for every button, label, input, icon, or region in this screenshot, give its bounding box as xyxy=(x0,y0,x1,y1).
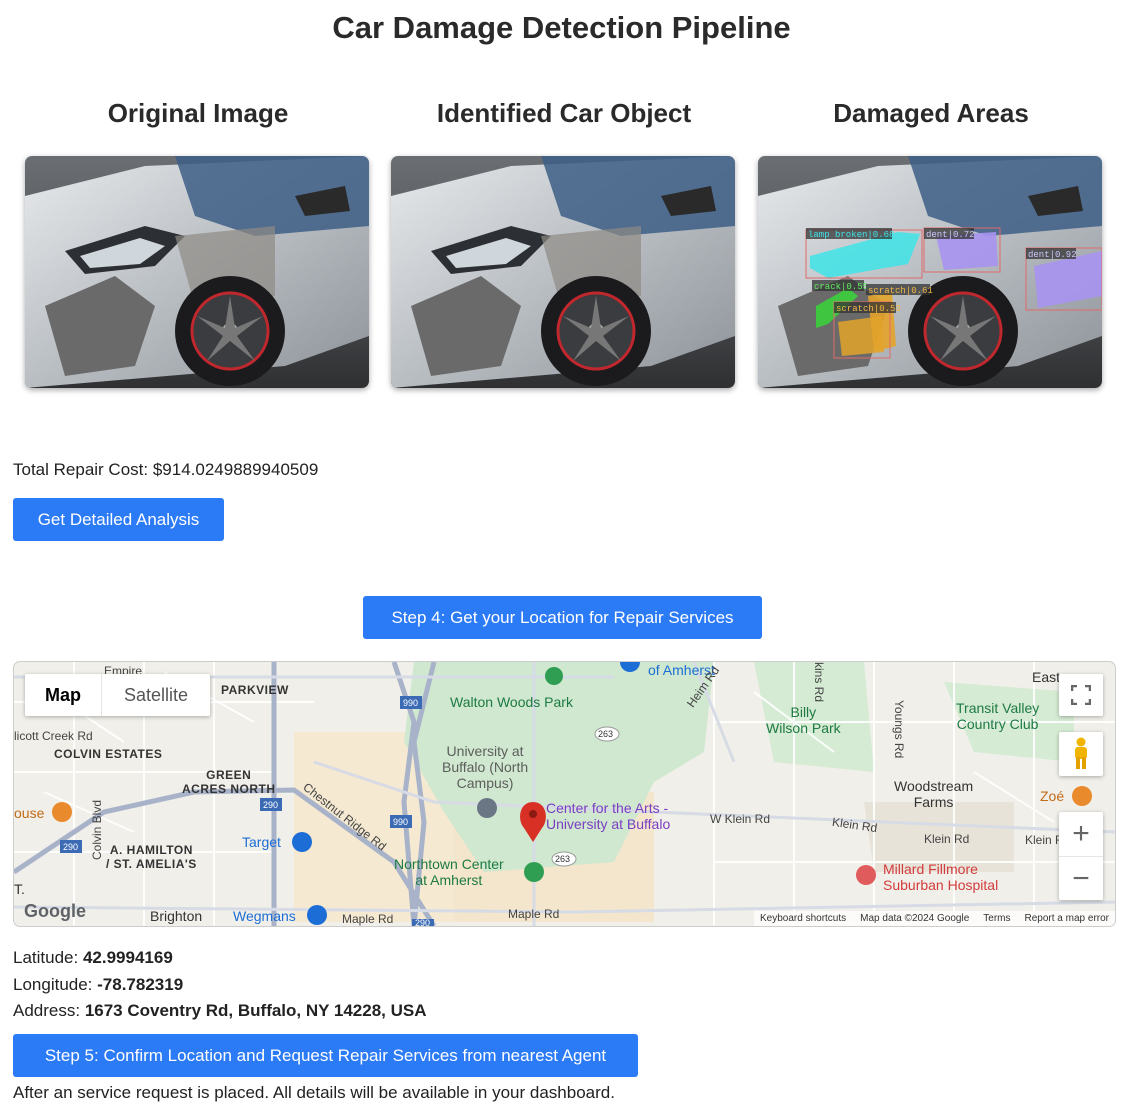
map-label-walton-woods: Walton Woods Park xyxy=(450,694,573,710)
map-label-northtown[interactable]: Northtown Center at Amherst xyxy=(394,856,504,888)
zoom-out-button[interactable]: − xyxy=(1059,857,1103,900)
svg-text:scratch|0.53: scratch|0.53 xyxy=(836,304,901,314)
total-repair-cost: Total Repair Cost: $914.0249889940509 xyxy=(13,460,319,479)
svg-text:crack|0.55: crack|0.55 xyxy=(814,282,868,292)
map-label-house: ouse xyxy=(14,805,45,821)
map-road-ellicott: licott Creek Rd xyxy=(14,729,93,743)
map-label-hamilton: A. HAMILTON / ST. AMELIA'S xyxy=(106,843,197,871)
step4-get-location-button[interactable]: Step 4: Get your Location for Repair Ser… xyxy=(363,596,762,639)
svg-text:scratch|0.61: scratch|0.61 xyxy=(868,286,933,296)
map-label-parkview: PARKVIEW xyxy=(221,683,289,697)
keyboard-shortcuts-link[interactable]: Keyboard shortcuts xyxy=(760,913,846,924)
google-logo: Google xyxy=(24,901,86,921)
svg-text:lamp broken|0.68: lamp broken|0.68 xyxy=(808,230,894,240)
map-road-hopkins: kins Rd xyxy=(812,662,826,703)
panel-title-identified: Identified Car Object xyxy=(436,98,692,128)
report-map-error-link[interactable]: Report a map error xyxy=(1025,913,1109,924)
damaged-areas-image: lamp broken|0.68 dent|0.72 dent|0.92 cra… xyxy=(758,156,1102,388)
map-label-wegmans[interactable]: Wegmans xyxy=(233,908,296,924)
fullscreen-button[interactable] xyxy=(1059,674,1103,716)
map-label-t: T. xyxy=(14,881,25,897)
panel-original: Original Image xyxy=(25,98,371,388)
map-label-ub-north: University at Buffalo (North Campus) xyxy=(442,743,529,791)
map-attribution: Keyboard shortcuts Map data ©2024 Google… xyxy=(753,911,1115,926)
fullscreen-icon xyxy=(1071,685,1091,705)
svg-text:290: 290 xyxy=(415,918,430,926)
longitude-label: Longitude: xyxy=(13,975,98,994)
page-title: Car Damage Detection Pipeline xyxy=(332,10,791,45)
step5-request-repair-button[interactable]: Step 5: Confirm Location and Request Rep… xyxy=(13,1034,638,1077)
latitude-value: 42.9994169 xyxy=(82,948,173,967)
map-label-center-for-arts[interactable]: Center for the Arts - University at Buff… xyxy=(546,800,670,832)
svg-text:990: 990 xyxy=(393,817,408,827)
address-value: 1673 Coventry Rd, Buffalo, NY 14228, USA xyxy=(84,1001,427,1020)
panel-identified: Identified Car Object xyxy=(391,98,737,388)
terms-link[interactable]: Terms xyxy=(983,913,1010,924)
svg-text:990: 990 xyxy=(403,698,418,708)
longitude-line: Longitude: -78.782319 xyxy=(13,975,183,995)
map-road-maple-1: Maple Rd xyxy=(342,912,394,926)
map-road-maple-2: Maple Rd xyxy=(508,907,560,921)
pegman-icon xyxy=(1075,737,1087,769)
map-label-target[interactable]: Target xyxy=(242,834,281,850)
map-label-green-acres: GREEN ACRES NORTH xyxy=(182,768,276,796)
panel-damaged: Damaged Areas lamp broken|0.68 dent|0.72… xyxy=(758,98,1104,388)
map-label-millard-fillmore[interactable]: Millard Fillmore Suburban Hospital xyxy=(883,861,998,893)
panel-title-damaged: Damaged Areas xyxy=(833,98,1029,128)
map-label-zoe[interactable]: Zoé xyxy=(1040,788,1064,804)
map-road-klein-2: Klein Rd xyxy=(924,832,970,846)
svg-text:dent|0.92: dent|0.92 xyxy=(1028,250,1077,260)
address-label: Address: xyxy=(13,1001,85,1020)
map-label-transit-valley: Transit Valley Country Club xyxy=(956,700,1040,732)
panel-title-original: Original Image xyxy=(107,98,289,128)
address-line: Address: 1673 Coventry Rd, Buffalo, NY 1… xyxy=(13,1001,427,1021)
svg-text:290: 290 xyxy=(263,800,278,810)
map-label-colvin-estates: COLVIN ESTATES xyxy=(54,747,163,761)
longitude-value: -78.782319 xyxy=(97,975,184,994)
map-type-control: Map Satellite xyxy=(25,674,210,716)
latitude-line: Latitude: 42.9994169 xyxy=(13,948,173,968)
original-car-image xyxy=(25,156,369,388)
map-label-east: East xyxy=(1032,669,1061,685)
svg-text:dent|0.72: dent|0.72 xyxy=(926,230,975,240)
latitude-label: Latitude: xyxy=(13,948,83,967)
service-request-note: After an service request is placed. All … xyxy=(13,1083,615,1102)
svg-text:290: 290 xyxy=(63,842,78,852)
map-label-billy-wilson: Billy Wilson Park xyxy=(766,704,841,736)
map-label-brighton: Brighton xyxy=(150,908,203,924)
map-type-satellite-button[interactable]: Satellite xyxy=(101,674,210,716)
identified-car-image xyxy=(391,156,735,388)
map-road-w-klein: W Klein Rd xyxy=(710,812,771,826)
zoom-in-button[interactable]: + xyxy=(1059,812,1103,857)
map-label-woodstream: Woodstream Farms xyxy=(894,778,974,810)
svg-text:263: 263 xyxy=(555,854,570,864)
zoom-control: + − xyxy=(1059,812,1103,900)
map-road-youngs: Youngs Rd xyxy=(892,700,906,759)
get-detailed-analysis-button[interactable]: Get Detailed Analysis xyxy=(13,498,224,541)
svg-text:263: 263 xyxy=(598,729,613,739)
map-road-colvin-blvd: Colvin Blvd xyxy=(90,799,104,860)
map-data-text: Map data ©2024 Google xyxy=(860,913,970,924)
google-map[interactable]: 990 290 290 990 263 263 290 PARKVIEW COL… xyxy=(13,661,1116,927)
map-type-map-button[interactable]: Map xyxy=(25,674,101,716)
street-view-button[interactable] xyxy=(1059,732,1103,776)
